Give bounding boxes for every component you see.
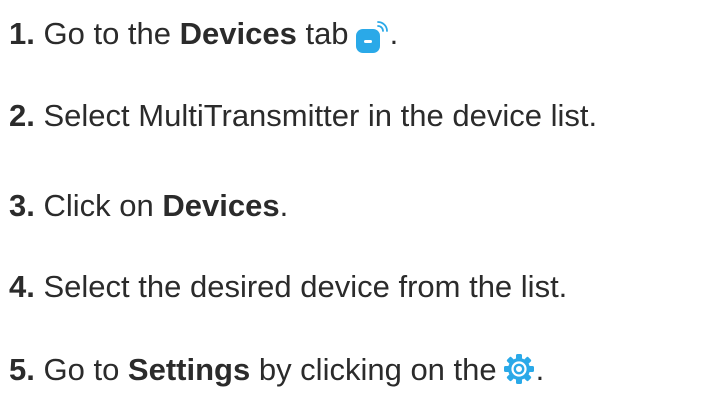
step-3: 3. Click on Devices. (9, 186, 288, 226)
step-1: 1. Go to the Devices tab . (9, 14, 398, 54)
devices-tab-icon (355, 16, 389, 56)
step-text: tab (296, 16, 349, 51)
devices-label: Devices (179, 16, 297, 51)
step-4: 4. Select the desired device from the li… (9, 267, 567, 307)
step-text: Go to the (43, 16, 180, 51)
step-number: 2. (9, 98, 35, 133)
step-text: Go to (43, 352, 128, 387)
step-text: Click on (43, 188, 163, 223)
step-text: Select the desired device from the list. (43, 269, 568, 304)
step-text: . (535, 352, 545, 387)
step-text: Select MultiTransmitter in the device li… (43, 98, 598, 133)
settings-label: Settings (127, 352, 251, 387)
step-number: 5. (9, 352, 35, 387)
step-number: 3. (9, 188, 35, 223)
step-text: . (279, 188, 289, 223)
step-text: . (389, 16, 399, 51)
settings-gear-icon (503, 353, 535, 385)
step-number: 4. (9, 269, 35, 304)
step-number: 1. (9, 16, 35, 51)
step-2: 2. Select MultiTransmitter in the device… (9, 96, 597, 136)
step-text: by clicking on the (250, 352, 497, 387)
devices-label: Devices (162, 188, 280, 223)
step-5: 5. Go to Settings by clicking on the . (9, 350, 544, 390)
